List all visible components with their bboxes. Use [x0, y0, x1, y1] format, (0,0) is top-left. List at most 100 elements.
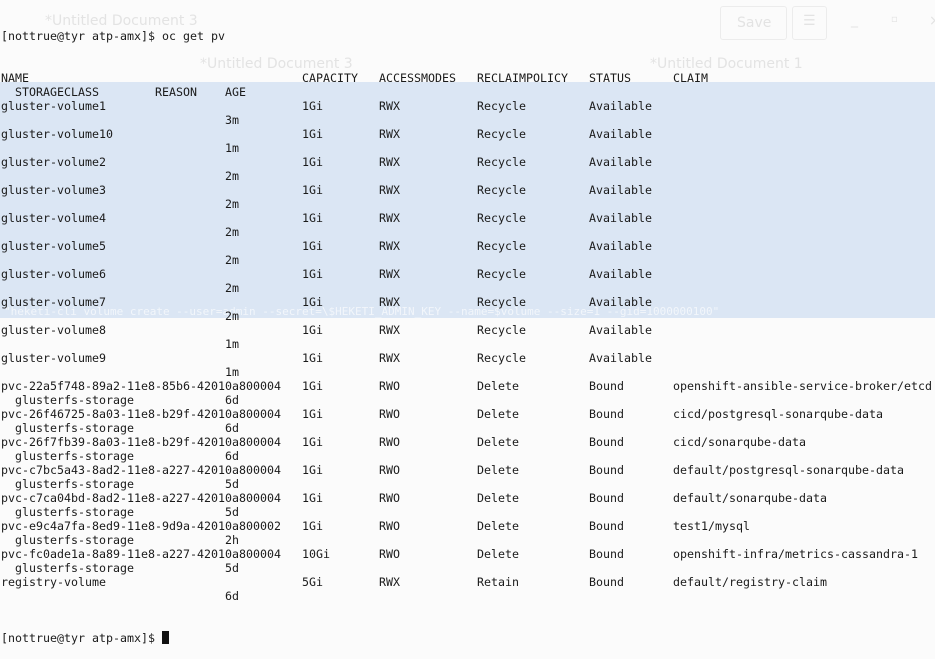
maximize-icon: ▫	[891, 14, 898, 25]
table-row-wrap: 2m	[1, 281, 239, 295]
table-row-wrap: 1m	[1, 365, 239, 379]
pv-access-mode: RWX	[379, 155, 400, 169]
prompt: [nottrue@tyr atp-amx]$	[1, 631, 162, 645]
pv-age: 2h	[225, 533, 239, 547]
ghost-save-label: Save	[737, 15, 772, 31]
pv-access-mode: RWX	[379, 99, 400, 113]
pv-capacity: 1Gi	[302, 351, 323, 365]
pv-claim: default/postgresql-sonarqube-data	[673, 463, 904, 477]
pv-claim: cicd/postgresql-sonarqube-data	[673, 407, 883, 421]
final-prompt-line[interactable]: [nottrue@tyr atp-amx]$	[1, 631, 225, 645]
table-row-wrap: glusterfs-storage 5d	[1, 505, 239, 519]
pv-access-mode: RWX	[379, 211, 400, 225]
pv-name: pvc-c7ca04bd-8ad2-11e8-a227-42010a800004	[1, 491, 281, 505]
ghost-save-button: Save	[720, 6, 787, 40]
pv-name: gluster-volume2	[1, 155, 106, 169]
minimize-icon: _	[851, 12, 858, 28]
pv-age: 1m	[225, 141, 239, 155]
table-row-wrap: 3m	[1, 113, 239, 127]
text-cursor	[161, 631, 169, 644]
command: oc get pv	[161, 29, 225, 43]
pv-age: 5d	[225, 477, 239, 491]
pv-capacity: 1Gi	[302, 267, 323, 281]
pv-capacity: 1Gi	[302, 295, 323, 309]
pv-name: pvc-26f7fb39-8a03-11e8-b29f-42010a800004	[1, 435, 281, 449]
pv-access-mode: RWX	[379, 295, 400, 309]
table-row-wrap: 2m	[1, 169, 239, 183]
pv-storageclass: glusterfs-storage	[15, 477, 134, 491]
pv-reclaim-policy: Recycle	[477, 267, 526, 281]
pv-status: Bound	[589, 519, 624, 533]
header-capacity: CAPACITY	[302, 71, 358, 85]
pv-name: gluster-volume1	[1, 99, 106, 113]
pv-age: 5d	[225, 561, 239, 575]
pv-reclaim-policy: Delete	[477, 491, 519, 505]
pv-name: gluster-volume10	[1, 127, 113, 141]
pv-reclaim-policy: Recycle	[477, 295, 526, 309]
pv-name: gluster-volume4	[1, 211, 106, 225]
pv-status: Available	[589, 183, 652, 197]
pv-age: 2m	[225, 197, 239, 211]
pv-status: Available	[589, 127, 652, 141]
pv-storageclass: glusterfs-storage	[15, 505, 134, 519]
pv-capacity: 1Gi	[302, 155, 323, 169]
header-storageclass: STORAGECLASS	[15, 85, 99, 99]
table-row-wrap: glusterfs-storage 6d	[1, 449, 239, 463]
table-row: pvc-e9c4a7fa-8ed9-11e8-9d9a-42010a800002…	[1, 519, 750, 533]
pv-age: 6d	[225, 393, 239, 407]
terminal-output[interactable]: [nottrue@tyr atp-amx]$ oc get pv NAME CAP…	[1, 1, 932, 659]
pv-status: Bound	[589, 379, 624, 393]
pv-storageclass: glusterfs-storage	[15, 421, 134, 435]
table-row: gluster-volume4 1Gi RWX Recycle Available	[1, 211, 652, 225]
pv-name: pvc-26f46725-8a03-11e8-b29f-42010a800004	[1, 407, 281, 421]
pv-access-mode: RWX	[379, 575, 400, 589]
pv-reclaim-policy: Recycle	[477, 351, 526, 365]
pv-age: 1m	[225, 337, 239, 351]
pv-reclaim-policy: Delete	[477, 547, 519, 561]
pv-name: gluster-volume5	[1, 239, 106, 253]
table-row: pvc-c7bc5a43-8ad2-11e8-a227-42010a800004…	[1, 463, 904, 477]
pv-capacity: 10Gi	[302, 547, 330, 561]
command-line: [nottrue@tyr atp-amx]$ oc get pv	[1, 29, 225, 43]
pv-status: Bound	[589, 463, 624, 477]
table-row: gluster-volume2 1Gi RWX Recycle Available	[1, 155, 652, 169]
close-icon: ×	[929, 13, 935, 29]
pv-capacity: 1Gi	[302, 519, 323, 533]
pv-name: gluster-volume9	[1, 351, 106, 365]
pv-age: 5d	[225, 505, 239, 519]
table-row-wrap: glusterfs-storage 6d	[1, 393, 239, 407]
pv-storageclass: glusterfs-storage	[15, 561, 134, 575]
header-row-wrap: STORAGECLASS REASON AGE	[1, 85, 246, 99]
pv-capacity: 1Gi	[302, 127, 323, 141]
table-row: pvc-22a5f748-89a2-11e8-85b6-42010a800004…	[1, 379, 932, 393]
pv-access-mode: RWO	[379, 379, 400, 393]
header-reason: REASON	[155, 85, 197, 99]
pv-capacity: 5Gi	[302, 575, 323, 589]
table-row: pvc-c7ca04bd-8ad2-11e8-a227-42010a800004…	[1, 491, 827, 505]
prompt: [nottrue@tyr atp-amx]$	[1, 29, 162, 43]
pv-capacity: 1Gi	[302, 379, 323, 393]
pv-claim: default/sonarqube-data	[673, 491, 827, 505]
pv-capacity: 1Gi	[302, 239, 323, 253]
pv-name: gluster-volume8	[1, 323, 106, 337]
table-row: registry-volume 5Gi RWX Retain Bound default/…	[1, 575, 827, 589]
table-row: gluster-volume6 1Gi RWX Recycle Available	[1, 267, 652, 281]
pv-storageclass: glusterfs-storage	[15, 533, 134, 547]
table-row: gluster-volume1 1Gi RWX Recycle Available	[1, 99, 652, 113]
pv-claim: default/registry-claim	[673, 575, 827, 589]
pv-status: Available	[589, 99, 652, 113]
pv-status: Available	[589, 211, 652, 225]
pv-reclaim-policy: Delete	[477, 407, 519, 421]
table-row: gluster-volume9 1Gi RWX Recycle Available	[1, 351, 652, 365]
pv-name: gluster-volume7	[1, 295, 106, 309]
pv-capacity: 1Gi	[302, 407, 323, 421]
header-claim: CLAIM	[673, 71, 708, 85]
pv-reclaim-policy: Retain	[477, 575, 519, 589]
pv-status: Available	[589, 155, 652, 169]
pv-status: Bound	[589, 491, 624, 505]
pv-name: gluster-volume3	[1, 183, 106, 197]
pv-status: Bound	[589, 435, 624, 449]
table-row-wrap: 1m	[1, 337, 239, 351]
pv-name: gluster-volume6	[1, 267, 106, 281]
pv-age: 2m	[225, 253, 239, 267]
